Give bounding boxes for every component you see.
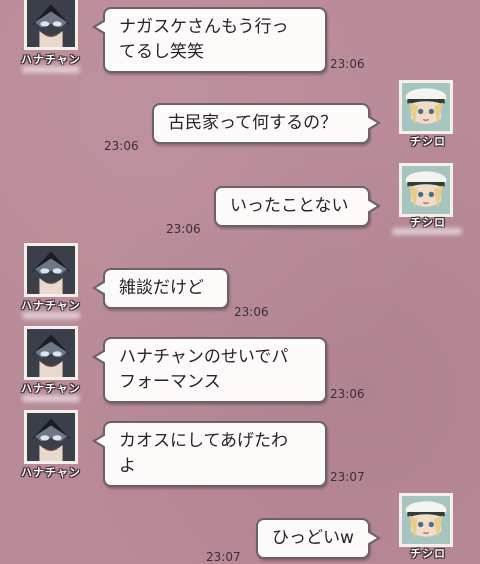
message-timestamp: 23:07 — [206, 550, 241, 564]
message-timestamp: 23:07 — [330, 470, 365, 484]
white-cap-character-avatar-icon[interactable] — [399, 493, 453, 547]
message-text-line: いったことない — [230, 196, 349, 216]
sender-name: ハナチャン — [21, 299, 81, 312]
message-bubble[interactable]: 古民家って何するの？ — [152, 103, 381, 144]
message-bubble[interactable]: ナガスケさんもう行っ てるし笑笑 — [92, 7, 327, 73]
message-text-line: ナガスケさんもう行っ — [119, 17, 289, 37]
message-timestamp: 23:06 — [330, 387, 365, 401]
masked-character-avatar-icon[interactable] — [24, 243, 78, 297]
message-text-line: てるし笑笑 — [119, 42, 204, 62]
masked-character-avatar-icon[interactable] — [24, 410, 78, 464]
message-text-line: よ — [119, 456, 136, 476]
blurred-name-text — [392, 228, 462, 235]
message-text-line: フォーマンス — [119, 372, 221, 392]
message-bubble[interactable]: いったことない — [214, 186, 381, 227]
message-text-line: ひっどいw — [272, 528, 354, 548]
sender-name: チシロ — [410, 547, 446, 560]
message-bubble[interactable]: カオスにしてあげたわ よ — [92, 421, 327, 487]
message-timestamp: 23:06 — [166, 222, 201, 236]
message-timestamp: 23:06 — [104, 139, 139, 153]
message-timestamp: 23:06 — [234, 305, 269, 319]
message-bubble[interactable]: ハナチャンのせいでパ フォーマンス — [92, 337, 327, 403]
blurred-name-text — [22, 395, 80, 402]
message-text-line: 古民家って何するの？ — [168, 113, 338, 133]
message-text-line: ハナチャンのせいでパ — [119, 347, 289, 367]
white-cap-character-avatar-icon[interactable] — [399, 80, 453, 134]
sender-name: ハナチャン — [21, 382, 81, 395]
sender-name: チシロ — [410, 135, 446, 148]
blurred-name-text — [22, 312, 80, 319]
masked-character-avatar-icon[interactable] — [24, 0, 78, 50]
sender-name: ハナチャン — [21, 53, 81, 66]
message-timestamp: 23:06 — [330, 57, 365, 71]
message-bubble[interactable]: 雑談だけど — [92, 268, 229, 309]
sender-name: ハナチャン — [21, 466, 81, 479]
message-bubble[interactable]: ひっどいw — [256, 518, 381, 559]
masked-character-avatar-icon[interactable] — [24, 326, 78, 380]
message-text-line: 雑談だけど — [119, 278, 204, 298]
blurred-name-text — [22, 66, 80, 73]
message-text-line: カオスにしてあげたわ — [119, 431, 288, 451]
white-cap-character-avatar-icon[interactable] — [399, 163, 453, 217]
